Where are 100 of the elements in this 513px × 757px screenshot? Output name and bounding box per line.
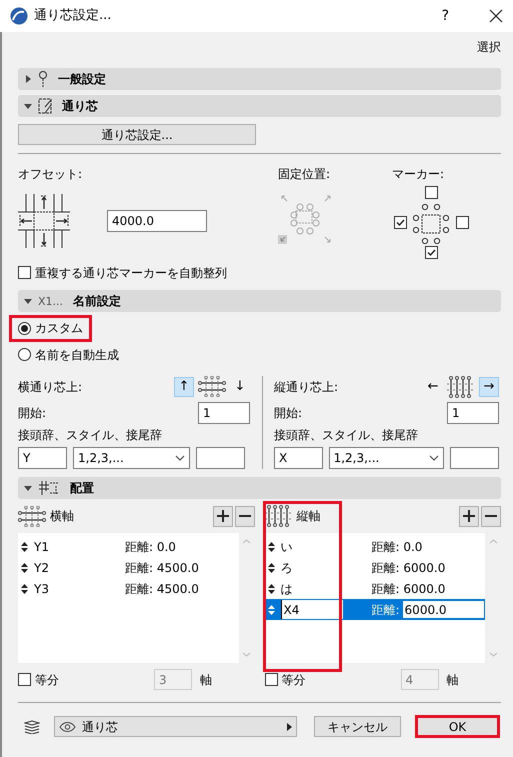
distance-text: 距離: 4500.0 (125, 582, 199, 596)
grid-layout-icon (38, 480, 60, 496)
reorder-icon (21, 542, 28, 552)
direction-button[interactable]: → (479, 376, 499, 397)
close-icon[interactable] (489, 9, 503, 23)
section-header[interactable]: 一般設定 (18, 68, 501, 90)
name-field[interactable]: X4 (280, 600, 342, 620)
suffix-field[interactable] (450, 447, 499, 470)
style-dropdown[interactable]: 1,2,3,... (328, 447, 444, 470)
ok-button[interactable]: OK (415, 715, 500, 738)
marker-pin-icon (38, 71, 48, 88)
offset-diagram-drawing (18, 194, 70, 248)
field-label: 横通り芯上: (18, 380, 82, 394)
count-field: 3 (154, 669, 192, 690)
axis-row[interactable]: Y1 距離: 0.0 (18, 536, 238, 558)
start-field[interactable]: 1 (447, 402, 499, 424)
direction-button[interactable]: ← (423, 376, 443, 397)
add-button[interactable] (212, 506, 232, 527)
axis-row[interactable]: Y2 距離: 4500.0 (18, 557, 238, 578)
section-header[interactable]: X1... 名前設定 (18, 290, 501, 312)
reorder-icon (268, 584, 274, 594)
marker-checkbox[interactable] (424, 186, 438, 199)
axis-name: ろ (280, 560, 292, 576)
distance-text: 距離: 0.0 (372, 540, 422, 554)
grid-settings-button[interactable]: 通り芯設定... (18, 124, 256, 146)
direction-button[interactable]: ↓ (230, 376, 250, 397)
checkbox[interactable] (18, 673, 31, 686)
offset-field[interactable]: 4000.0 (107, 210, 207, 232)
reorder-icon (268, 604, 274, 615)
axis-row[interactable]: Y3 距離: 4500.0 (18, 578, 238, 600)
distance-field[interactable]: 6000.0 (402, 600, 485, 620)
caret-icon (24, 75, 32, 84)
caret-icon (24, 484, 32, 492)
style-dropdown[interactable]: 1,2,3,... (73, 447, 190, 470)
field-label: 開始: (18, 406, 46, 420)
caret-icon (24, 297, 32, 306)
layers-icon (24, 720, 40, 734)
cancel-button[interactable]: キャンセル (314, 716, 401, 738)
axis-name: い (280, 540, 292, 554)
grid-axes-icon (447, 376, 475, 398)
select-link[interactable]: 選択 (477, 40, 501, 54)
start-field[interactable]: 1 (198, 402, 250, 424)
radio-button[interactable] (18, 322, 31, 335)
chevron-down-icon (429, 455, 440, 462)
help-button[interactable]: ? (442, 8, 449, 24)
field-label: 開始: (274, 406, 302, 420)
distance-text: 距離: 0.0 (125, 540, 176, 554)
reorder-icon (21, 584, 28, 594)
marker-checkbox[interactable] (394, 216, 406, 230)
radio-label: 名前を自動生成 (35, 348, 119, 362)
field-label: マーカー: (392, 167, 446, 182)
scroll-up-icon (242, 539, 251, 544)
reorder-icon (268, 542, 274, 552)
caret-icon (24, 102, 32, 110)
axis-name: Y3 (34, 582, 49, 596)
radio-button[interactable] (18, 348, 31, 362)
axis-name: は (280, 582, 292, 596)
checkbox-label: 重複する通り芯マーカーを自動整列 (35, 266, 227, 280)
field-label: 縦通り芯上: (274, 380, 338, 394)
axis-row[interactable]: ろ 距離: 6000.0 (264, 557, 485, 578)
grid-label-icon: X1... (38, 294, 64, 308)
field-label: 接頭辞、スタイル、接尾辞 (18, 428, 163, 442)
axis-title: 横軸 (50, 509, 74, 524)
layer-dropdown[interactable]: 通り芯 (54, 716, 297, 738)
checkbox[interactable] (18, 266, 31, 280)
distance-label: 距離: (372, 602, 400, 618)
field-label: 固定位置: (278, 167, 332, 182)
reorder-icon (21, 562, 28, 573)
window-title: 通り芯設定... (34, 8, 112, 24)
grid-markers-drawing (413, 204, 449, 244)
checkbox-label: 等分 (35, 672, 59, 688)
count-field: 4 (400, 669, 438, 690)
marker-checkbox[interactable] (456, 216, 468, 229)
section-header[interactable]: 通り芯 (18, 95, 501, 118)
direction-button[interactable]: ↑ (174, 376, 194, 397)
prefix-field[interactable]: X (274, 447, 323, 470)
axis-name: Y2 (34, 560, 49, 576)
checkbox[interactable] (264, 673, 278, 686)
caret-icon (287, 722, 292, 731)
suffix-field[interactable] (196, 447, 245, 470)
checkbox-label: 等分 (282, 672, 306, 688)
unit-label: 軸 (200, 672, 212, 688)
add-button[interactable] (459, 506, 479, 527)
grid-axes-icon (198, 376, 226, 398)
axis-row[interactable]: い 距離: 0.0 (264, 536, 485, 558)
scroll-up-icon (488, 539, 498, 544)
marker-checkbox[interactable] (424, 246, 438, 260)
section-header[interactable]: 配置 (18, 477, 501, 500)
axis-row[interactable]: は 距離: 6000.0 (264, 578, 485, 600)
prefix-field[interactable]: Y (18, 447, 67, 470)
plus-icon (216, 510, 228, 522)
remove-button[interactable] (481, 506, 501, 527)
plus-icon (463, 510, 475, 522)
axis-icon (18, 506, 46, 527)
distance-text: 距離: 6000.0 (372, 560, 446, 576)
axis-row[interactable]: X4 距離: 6000.0 (264, 599, 485, 620)
distance-text: 距離: 4500.0 (125, 560, 199, 576)
remove-button[interactable] (234, 506, 254, 527)
eye-icon (59, 722, 76, 732)
field-label: オフセット: (18, 167, 84, 182)
